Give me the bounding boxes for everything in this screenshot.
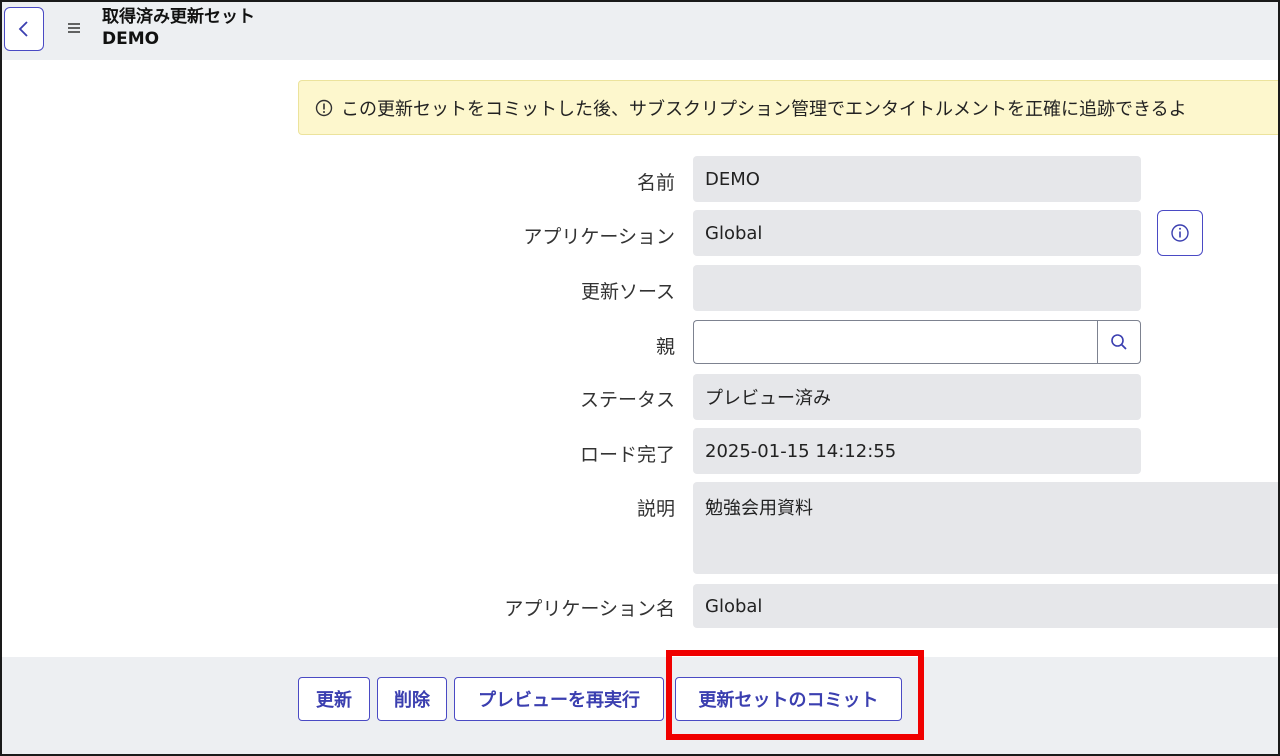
page-title: 取得済み更新セット <box>102 7 255 27</box>
parent-label: 親 <box>655 336 675 358</box>
update-button[interactable]: 更新 <box>298 677 370 721</box>
application-name-label: アプリケーション名 <box>504 598 675 620</box>
header-titles: 取得済み更新セット DEMO <box>102 6 255 50</box>
status-field: プレビュー済み <box>693 374 1141 420</box>
load-completed-label: ロード完了 <box>579 444 675 466</box>
status-label: ステータス <box>579 389 675 411</box>
info-notice: この更新セットをコミットした後、サブスクリプション管理でエンタイトルメントを正確… <box>298 80 1278 135</box>
name-label: 名前 <box>636 172 675 194</box>
description-field: 勉強会用資料 <box>693 482 1278 574</box>
notice-text: この更新セットをコミットした後、サブスクリプション管理でエンタイトルメントを正確… <box>341 98 1187 120</box>
update-source-field <box>693 265 1141 311</box>
application-info-button[interactable] <box>1157 210 1203 256</box>
rerun-preview-button[interactable]: プレビューを再実行 <box>454 677 664 721</box>
app-window: 取得済み更新セット DEMO この更新セットをコミットした後、サブスクリプション… <box>0 0 1280 756</box>
chevron-left-icon <box>18 21 28 37</box>
application-label: アプリケーション <box>523 226 675 248</box>
info-circle-icon <box>315 99 333 116</box>
application-field: Global <box>693 210 1141 256</box>
name-field: DEMO <box>693 156 1141 202</box>
description-label: 説明 <box>636 498 675 520</box>
back-button[interactable] <box>4 7 44 51</box>
parent-input[interactable] <box>693 320 1097 364</box>
info-circle-icon <box>1171 224 1189 242</box>
parent-lookup-button[interactable] <box>1097 320 1141 364</box>
hamburger-menu-icon[interactable] <box>64 18 84 38</box>
record-name: DEMO <box>102 29 160 49</box>
application-name-field: Global <box>693 584 1278 628</box>
delete-button[interactable]: 削除 <box>377 677 447 721</box>
highlight-box <box>666 650 924 740</box>
update-source-label: 更新ソース <box>580 281 675 303</box>
search-icon <box>1111 334 1127 350</box>
load-completed-field: 2025-01-15 14:12:55 <box>693 428 1141 474</box>
page-header: 取得済み更新セット DEMO <box>2 2 1278 60</box>
